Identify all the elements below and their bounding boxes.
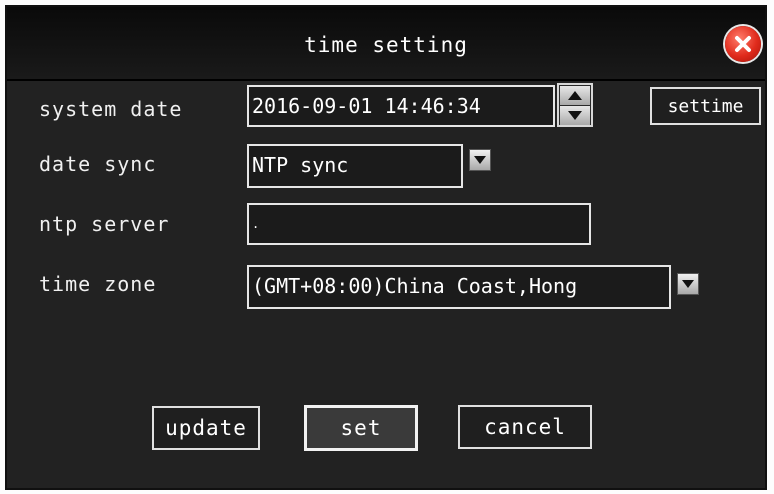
set-button[interactable]: set bbox=[304, 405, 418, 451]
ntp-server-label: ntp server bbox=[39, 212, 170, 236]
cancel-button[interactable]: cancel bbox=[458, 405, 592, 449]
time-zone-label: time zone bbox=[39, 272, 157, 296]
date-sync-dropdown-button[interactable] bbox=[469, 149, 491, 171]
chevron-down-icon bbox=[474, 156, 486, 164]
spin-up-button[interactable] bbox=[560, 86, 590, 105]
date-sync-select[interactable]: NTP sync bbox=[247, 144, 463, 188]
time-setting-dialog: time setting system date 2016-09-01 14:4… bbox=[5, 5, 767, 490]
triangle-up-icon bbox=[568, 91, 582, 100]
system-date-label: system date bbox=[39, 97, 183, 121]
ntp-server-input[interactable]: . bbox=[247, 203, 591, 245]
close-icon bbox=[735, 36, 751, 52]
system-date-field[interactable]: 2016-09-01 14:46:34 bbox=[247, 85, 555, 127]
dialog-title: time setting bbox=[304, 33, 468, 57]
title-bar: time setting bbox=[7, 7, 765, 81]
chevron-down-icon bbox=[682, 280, 694, 288]
update-button[interactable]: update bbox=[152, 406, 260, 450]
time-zone-select[interactable]: (GMT+08:00)China Coast,Hong bbox=[247, 265, 671, 309]
date-spinner bbox=[557, 83, 593, 127]
triangle-down-icon bbox=[568, 111, 582, 120]
close-button[interactable] bbox=[725, 26, 761, 62]
date-sync-label: date sync bbox=[39, 152, 157, 176]
time-zone-dropdown-button[interactable] bbox=[677, 273, 699, 295]
settime-button[interactable]: settime bbox=[650, 87, 761, 125]
spin-down-button[interactable] bbox=[560, 106, 590, 125]
